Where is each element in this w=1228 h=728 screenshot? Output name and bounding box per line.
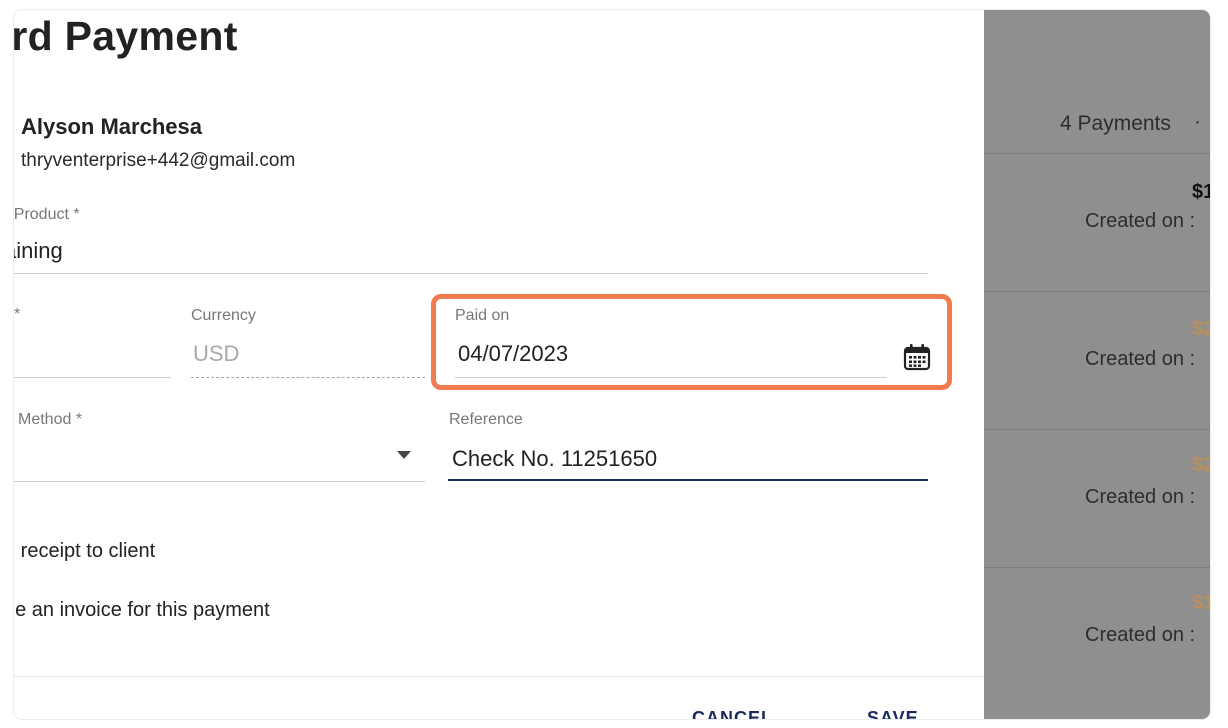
separator-dot: · <box>1194 110 1201 133</box>
currency-underline <box>191 377 425 378</box>
dialog-title: ord Payment <box>14 13 238 59</box>
payment-amount[interactable]: $2 <box>1192 454 1210 477</box>
product-input[interactable]: aining <box>14 238 63 264</box>
footer-divider <box>14 676 984 677</box>
divider <box>984 291 1210 292</box>
payment-amount[interactable]: $2 <box>1192 318 1210 341</box>
issue-invoice-label[interactable]: ue an invoice for this payment <box>14 599 270 622</box>
method-select[interactable] <box>14 481 425 482</box>
amount-input[interactable] <box>14 377 171 378</box>
record-payment-dialog: ord Payment Alyson Marchesa thryventerpr… <box>14 10 984 719</box>
client-name: Alyson Marchesa <box>21 114 202 139</box>
product-label: r Product * <box>14 206 80 223</box>
payments-count: 4 Payments <box>1060 112 1171 135</box>
divider <box>984 153 1210 154</box>
send-receipt-label[interactable]: d receipt to client <box>14 540 155 563</box>
paid-on-highlight <box>431 294 952 390</box>
amount-label: * <box>14 306 21 323</box>
payment-amount[interactable]: $1 <box>1192 592 1210 615</box>
payments-list-backdrop: 4 Payments · $1 Created on : $2 Created … <box>984 10 1210 719</box>
payment-created-on: Created on : <box>1085 348 1196 370</box>
currency-label: Currency <box>191 307 256 324</box>
currency-value: USD <box>193 341 240 366</box>
payment-created-on: Created on : <box>1085 624 1196 646</box>
payment-amount[interactable]: $1 <box>1192 181 1210 204</box>
screen-frame: 4 Payments · $1 Created on : $2 Created … <box>14 10 1210 719</box>
save-button[interactable]: SAVE <box>867 708 919 719</box>
payment-created-on: Created on : <box>1085 210 1196 232</box>
method-label: Method * <box>18 411 83 428</box>
reference-label: Reference <box>449 411 523 428</box>
reference-underline-focused <box>448 479 928 481</box>
dropdown-arrow-icon[interactable] <box>397 451 411 459</box>
client-email: thryventerprise+442@gmail.com <box>21 150 296 171</box>
cancel-button[interactable]: CANCEL <box>692 708 773 719</box>
product-underline <box>14 273 928 274</box>
reference-input[interactable]: Check No. 11251650 <box>452 446 657 472</box>
divider <box>984 429 1210 430</box>
divider <box>984 567 1210 568</box>
payment-created-on: Created on : <box>1085 486 1196 508</box>
